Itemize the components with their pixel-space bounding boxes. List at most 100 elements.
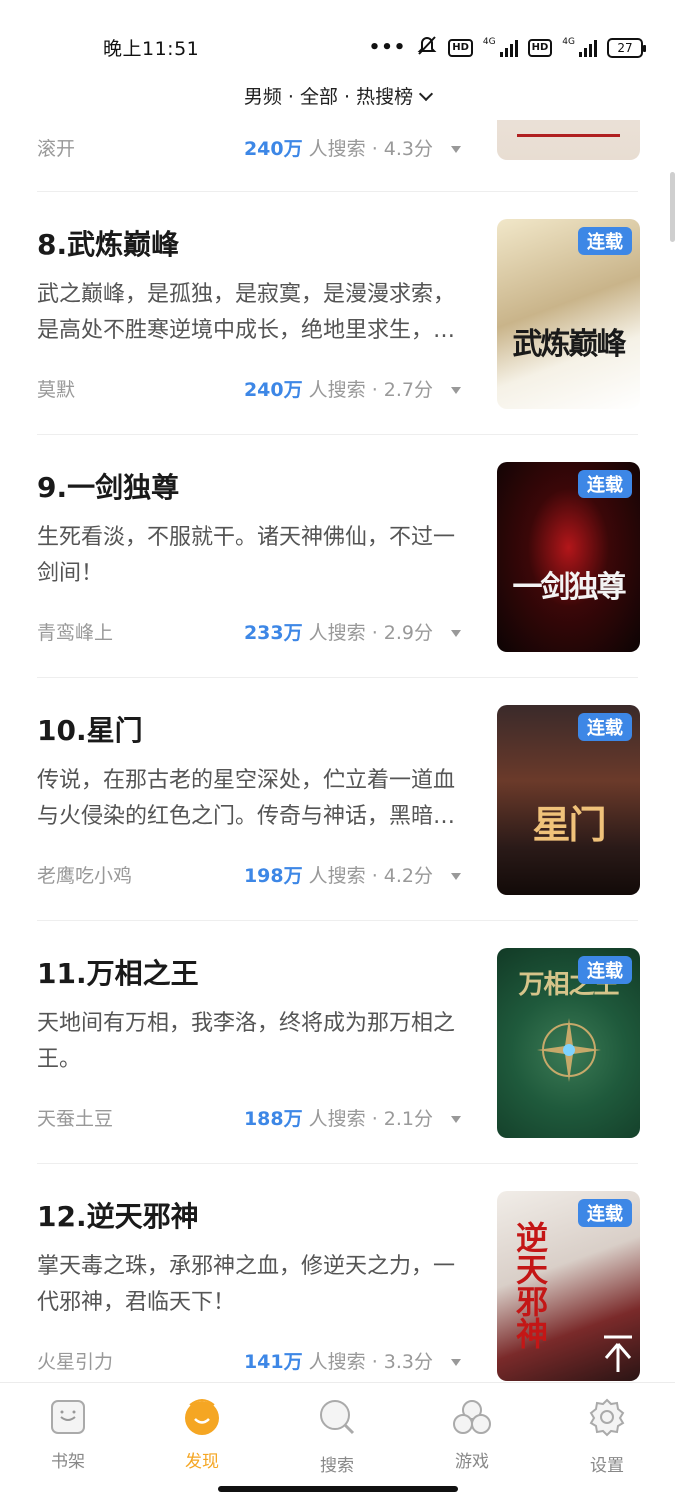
book-cover[interactable] <box>497 120 640 160</box>
back-to-top-button[interactable] <box>601 1334 635 1374</box>
status-badge: 连载 <box>578 956 632 984</box>
item-title: 9.一剑独尊 <box>37 471 180 504</box>
search-label: 人搜索 <box>302 622 366 644</box>
item-description: 掌天毒之珠，承邪神之血，修逆天之力，一代邪神，君临天下！ <box>37 1254 456 1315</box>
more-arrow-icon[interactable] <box>451 1359 461 1366</box>
search-icon <box>317 1397 357 1437</box>
item-stats: 198万 人搜索 · 4.2分 <box>244 861 461 888</box>
more-arrow-icon[interactable] <box>451 387 461 394</box>
item-score: · 2.7分 <box>365 379 433 401</box>
item-score: · 4.3分 <box>365 138 433 160</box>
item-title: 12.逆天邪神 <box>37 1200 199 1233</box>
more-arrow-icon[interactable] <box>451 1116 461 1123</box>
divider <box>37 920 638 921</box>
divider <box>37 434 638 435</box>
ranking-list[interactable]: 滚开 240万 人搜索 · 4.3分 8.武炼巅峰 武之巅峰，是孤独，是寂寞，是… <box>0 120 675 1382</box>
more-arrow-icon[interactable] <box>451 630 461 637</box>
cover-title: 武炼巅峰 <box>512 327 627 362</box>
more-dots-icon: ••• <box>368 37 407 58</box>
settings-icon <box>587 1397 627 1437</box>
nav-label: 游戏 <box>455 1452 489 1472</box>
network-type-label: 4G <box>482 36 496 47</box>
divider <box>37 677 638 678</box>
signal-icon <box>499 39 518 57</box>
more-arrow-icon[interactable] <box>451 146 461 153</box>
book-cover[interactable]: 万相之王 连载 <box>497 948 640 1138</box>
status-badge: 连载 <box>578 1199 632 1227</box>
item-description: 传说，在那古老的星空深处，伫立着一道血与火侵染的红色之门。传奇与神话，黑暗与光明… <box>37 768 456 829</box>
item-meta: 青鸾峰上 233万 人搜索 · 2.9分 <box>37 618 467 646</box>
item-description: 生死看淡，不服就干。诸天神佛仙，不过一剑间！ <box>37 525 456 586</box>
cover-title: 一剑独尊 <box>512 570 627 605</box>
item-title: 10.星门 <box>37 714 143 747</box>
mute-bell-icon <box>416 34 438 61</box>
book-cover[interactable]: 武炼巅峰 连载 <box>497 219 640 409</box>
item-description: 武之巅峰，是孤独，是寂寞，是漫漫求索，是高处不胜寒逆境中成长，绝地里求生，不屈不… <box>37 282 456 343</box>
bottom-nav: 书架 发现 搜索 游戏 设置 <box>0 1382 675 1500</box>
status-icons: ••• HD 4G HD 4G 27 <box>368 34 646 61</box>
nav-discover[interactable]: 发现 <box>152 1397 252 1472</box>
search-label: 人搜索 <box>302 138 366 160</box>
item-author: 天蚕土豆 <box>37 1108 114 1130</box>
scrollbar[interactable] <box>670 172 675 242</box>
status-badge: 连载 <box>578 470 632 498</box>
status-badge: 连载 <box>578 713 632 741</box>
nav-label: 设置 <box>590 1456 624 1476</box>
status-time: 晚上11:51 <box>103 38 200 60</box>
nav-label: 发现 <box>185 1452 219 1472</box>
nav-settings[interactable]: 设置 <box>557 1397 657 1476</box>
nav-label: 书架 <box>51 1452 85 1472</box>
battery-icon: 27 <box>607 37 646 58</box>
item-score: · 3.3分 <box>365 1351 433 1373</box>
item-stats: 240万 人搜索 · 2.7分 <box>244 375 461 402</box>
hd-icon: HD <box>448 38 473 57</box>
item-author: 青鸾峰上 <box>37 622 114 644</box>
divider <box>37 191 638 192</box>
cover-title: 星门 <box>532 802 606 847</box>
item-title: 11.万相之王 <box>37 957 199 990</box>
nav-label: 搜索 <box>320 1456 354 1476</box>
book-cover[interactable]: 星门 连载 <box>497 705 640 895</box>
item-author: 莫默 <box>37 379 76 401</box>
item-meta: 莫默 240万 人搜索 · 2.7分 <box>37 375 467 403</box>
cover-art <box>517 134 620 152</box>
item-score: · 4.2分 <box>365 865 433 887</box>
search-count: 233万 <box>243 622 303 644</box>
nav-bookshelf[interactable]: 书架 <box>18 1397 118 1472</box>
item-stats: 141万 人搜索 · 3.3分 <box>244 1347 461 1374</box>
item-author: 老鹰吃小鸡 <box>37 865 133 887</box>
search-label: 人搜索 <box>302 865 366 887</box>
discover-icon <box>182 1397 222 1437</box>
item-stats: 188万 人搜索 · 2.1分 <box>244 1104 461 1131</box>
game-icon <box>452 1397 492 1437</box>
item-score: · 2.9分 <box>365 622 433 644</box>
book-cover[interactable]: 一剑独尊 连载 <box>497 462 640 652</box>
filter-label: 男频 · 全部 · 热搜榜 <box>243 86 414 108</box>
signal-icon-2 <box>579 39 597 57</box>
search-count: 141万 <box>243 1351 303 1373</box>
item-meta: 滚开 240万 人搜索 · 4.3分 <box>37 134 467 162</box>
item-meta: 天蚕土豆 188万 人搜索 · 2.1分 <box>37 1104 467 1132</box>
search-count: 188万 <box>243 1108 303 1130</box>
filter-dropdown[interactable]: 男频 · 全部 · 热搜榜 <box>0 82 675 109</box>
item-author: 滚开 <box>37 138 76 160</box>
nav-game[interactable]: 游戏 <box>422 1397 522 1472</box>
home-indicator[interactable] <box>218 1486 458 1492</box>
status-badge: 连载 <box>578 227 632 255</box>
item-stats: 240万 人搜索 · 4.3分 <box>244 134 461 161</box>
item-meta: 火星引力 141万 人搜索 · 3.3分 <box>37 1347 467 1375</box>
nav-search[interactable]: 搜索 <box>287 1397 387 1476</box>
item-stats: 233万 人搜索 · 2.9分 <box>244 618 461 645</box>
item-description: 天地间有万相，我李洛，终将成为那万相之王。 <box>37 1011 456 1072</box>
item-title: 8.武炼巅峰 <box>37 228 180 261</box>
item-score: · 2.1分 <box>365 1108 433 1130</box>
cover-title: 逆天邪神 <box>511 1221 549 1349</box>
search-label: 人搜索 <box>302 1351 366 1373</box>
divider <box>37 1163 638 1164</box>
search-label: 人搜索 <box>302 1108 366 1130</box>
search-count: 198万 <box>243 865 303 887</box>
more-arrow-icon[interactable] <box>451 873 461 880</box>
search-label: 人搜索 <box>302 379 366 401</box>
search-count: 240万 <box>243 138 303 160</box>
bookshelf-icon <box>48 1397 88 1437</box>
